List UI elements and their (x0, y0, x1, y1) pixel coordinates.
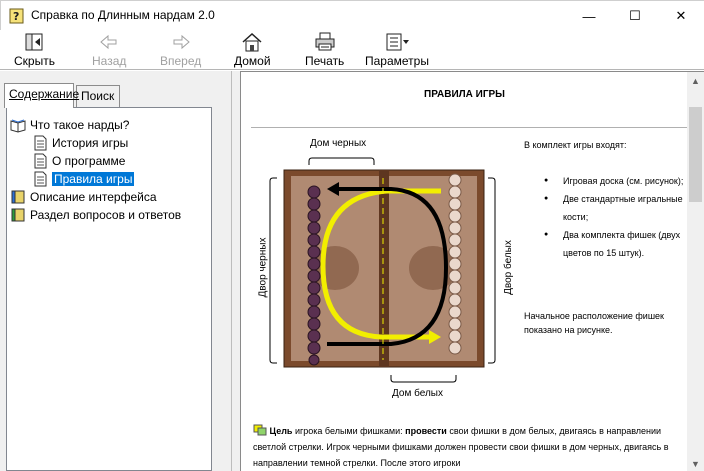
maximize-icon: ☐ (629, 8, 641, 23)
white-yard-label: Двор белых (502, 240, 514, 295)
forward-arrow-icon (173, 34, 190, 50)
page-icon (34, 171, 47, 186)
page-icon (34, 153, 47, 168)
title-bar: ? Справка по Длинным нардам 2.0 — ☐ ✕ (0, 0, 704, 31)
white-home-bracket (390, 375, 457, 383)
list-item: Две стандартные игральные кости; (536, 190, 686, 226)
list-item: Два комплекта фишек (двух цветов по 15 ш… (536, 226, 686, 262)
backgammon-board-diagram (269, 157, 496, 383)
kit-title: В комплект игры входят: (524, 140, 627, 150)
black-home-bracket (308, 157, 375, 165)
navigation-pane: Содержание Поиск Что такое нарды? Истори… (0, 71, 232, 471)
back-arrow-icon (100, 34, 117, 50)
vertical-scrollbar[interactable]: ▲ ▼ (687, 72, 704, 471)
scroll-down-arrow-icon[interactable]: ▼ (687, 455, 704, 471)
closed-book-icon (11, 208, 25, 221)
print-button[interactable]: Печать (305, 32, 344, 68)
minimize-icon: — (582, 8, 596, 24)
scroll-up-arrow-icon[interactable]: ▲ (687, 72, 704, 89)
toolbar: Скрыть Назад Вперед Домой Печать Парамет… (0, 30, 704, 70)
tree-item-about[interactable]: О программе (32, 152, 125, 169)
tab-contents[interactable]: Содержание (4, 83, 79, 108)
hide-button[interactable]: Скрыть (14, 32, 55, 68)
tree-item-history[interactable]: История игры (32, 134, 128, 151)
content-pane: ПРАВИЛА ИГРЫ Дом черных Дом белых Двор ч… (240, 71, 704, 471)
scroll-thumb[interactable] (689, 107, 702, 202)
black-yard-label: Двор черных (257, 237, 269, 298)
black-checkers (307, 185, 321, 366)
closed-book-icon (11, 190, 25, 203)
white-checkers (448, 173, 462, 355)
tree-item-rules[interactable]: Правила игры (32, 170, 135, 187)
page-title: ПРАВИЛА ИГРЫ (424, 89, 505, 100)
tree-item-interface[interactable]: Описание интерфейса (10, 188, 157, 205)
help-file-icon: ? (9, 8, 24, 24)
printer-icon (315, 32, 335, 51)
hide-icon (25, 33, 43, 51)
page-icon (34, 135, 47, 150)
forward-button[interactable]: Вперед (160, 32, 201, 68)
maximize-button[interactable]: ☐ (612, 1, 658, 31)
open-book-icon (10, 119, 26, 133)
close-button[interactable]: ✕ (658, 1, 704, 31)
back-button[interactable]: Назад (92, 32, 126, 68)
kit-list: Игровая доска (см. рисунок); Две стандар… (536, 172, 686, 262)
initial-position-note: Начальное расположение фишек показано на… (524, 311, 664, 335)
black-home-label: Дом черных (310, 138, 367, 149)
tip-icon (253, 424, 267, 436)
tree-item-what-is-nardy[interactable]: Что такое нарды? (10, 116, 129, 133)
window-title: Справка по Длинным нардам 2.0 (31, 8, 215, 22)
pane-splitter[interactable] (232, 71, 240, 471)
svg-text:?: ? (13, 10, 19, 23)
white-home-label: Дом белых (392, 388, 443, 399)
goal-paragraph: Цель игрока белыми фишками: провести сво… (253, 424, 669, 468)
home-button[interactable]: Домой (234, 32, 271, 68)
close-icon: ✕ (675, 8, 687, 23)
tree-item-faq[interactable]: Раздел вопросов и ответов (10, 206, 181, 223)
list-item: Игровая доска (см. рисунок); (536, 172, 686, 190)
contents-tree: Что такое нарды? История игры О программ… (6, 107, 212, 471)
title-divider (251, 127, 688, 128)
home-icon (242, 32, 262, 52)
options-icon (386, 33, 409, 51)
minimize-button[interactable]: — (566, 1, 612, 31)
options-button[interactable]: Параметры (365, 32, 429, 68)
white-yard-bracket (488, 177, 496, 364)
black-yard-bracket (269, 177, 277, 364)
tab-search[interactable]: Поиск (76, 85, 120, 107)
